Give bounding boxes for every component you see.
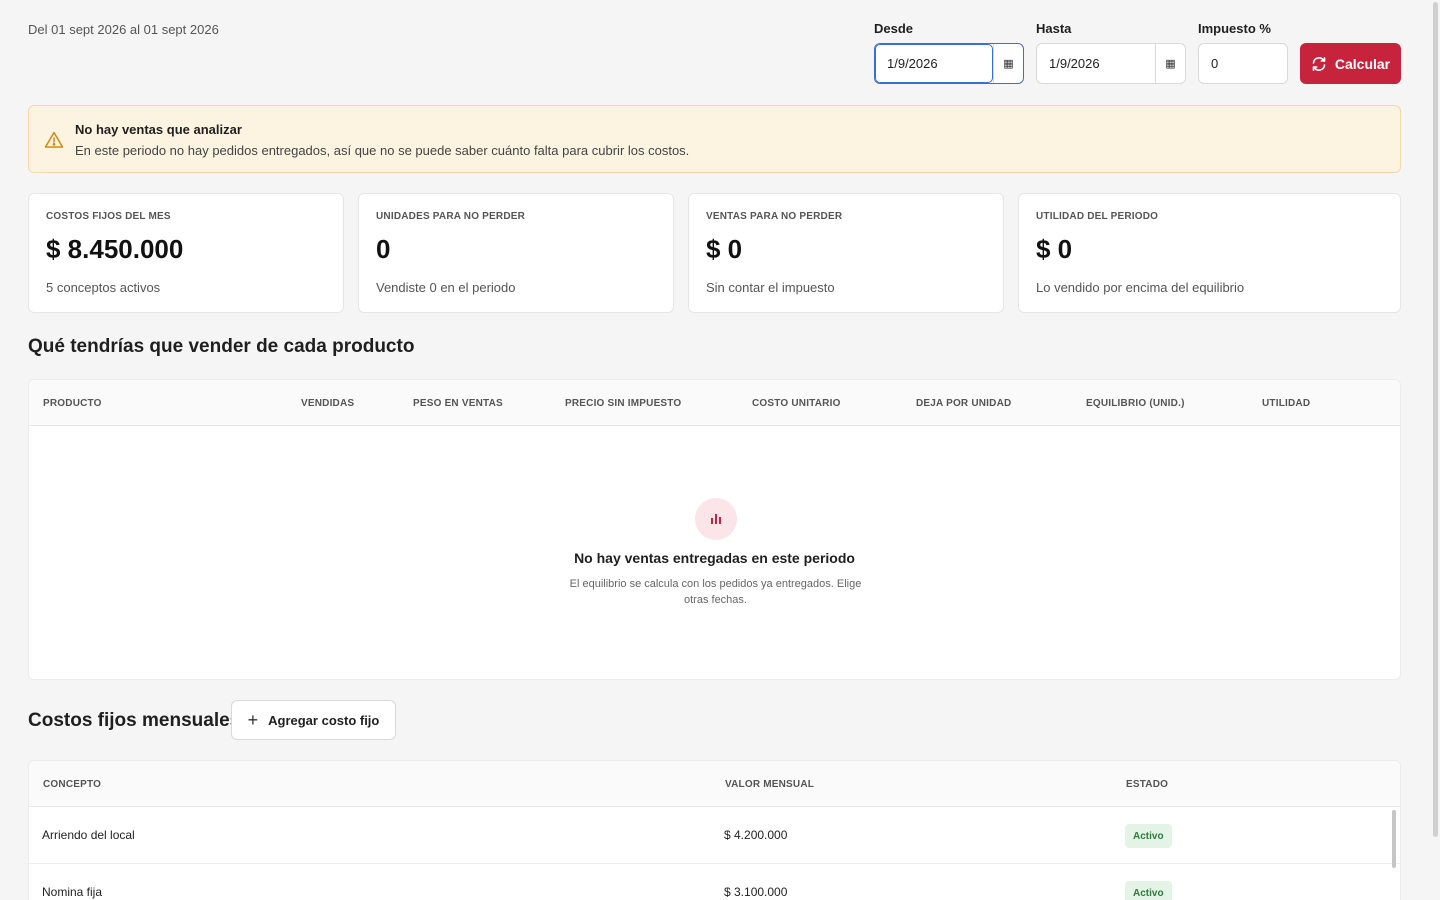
value-cell: $ 4.200.000 (724, 828, 788, 842)
column-header[interactable]: ESTADO (1126, 779, 1168, 790)
period-range-text: Del 01 sept 2026 al 01 sept 2026 (28, 22, 219, 37)
no-sales-alert: No hay ventas que analizar En este perio… (28, 105, 1401, 173)
to-label: Hasta (1036, 21, 1072, 36)
tax-label: Impuesto % (1198, 21, 1271, 36)
kpi-subtext: Vendiste 0 en el periodo (376, 280, 516, 295)
column-header[interactable]: VALOR MENSUAL (725, 779, 814, 790)
calendar-icon[interactable]: ▦ (993, 44, 1023, 83)
add-fixed-cost-label: Agregar costo fijo (268, 712, 380, 728)
page-scrollbar[interactable] (1433, 2, 1438, 837)
column-header[interactable]: COSTO UNITARIO (752, 398, 841, 409)
concept-cell: Arriendo del local (42, 828, 135, 842)
tax-field: Impuesto % 0 (1198, 21, 1288, 84)
products-table: PRODUCTO VENDIDAS PESO EN VENTAS PRECIO … (28, 379, 1401, 680)
kpi-subtext: Lo vendido por encima del equilibrio (1036, 280, 1245, 295)
column-header[interactable]: PRECIO SIN IMPUESTO (565, 398, 681, 409)
to-date-picker: 1/9/2026 ▦ (1036, 43, 1186, 84)
kpi-label: UTILIDAD DEL PERIODO (1036, 211, 1159, 222)
kpi-subtext: Sin contar el impuesto (706, 280, 835, 295)
calendar-icon[interactable]: ▦ (1155, 44, 1185, 83)
kpi-subtext: 5 conceptos activos (46, 280, 161, 295)
status-badge: Activo (1125, 824, 1172, 848)
kpi-card-fixed-costs: COSTOS FIJOS DEL MES $ 8.450.000 5 conce… (28, 193, 344, 313)
table-row[interactable]: Nomina fija $ 3.100.000 Activo (29, 864, 1400, 900)
column-header[interactable]: PESO EN VENTAS (413, 398, 503, 409)
fixed-costs-table: CONCEPTO VALOR MENSUAL ESTADO Arriendo d… (28, 760, 1401, 900)
table-row[interactable]: Arriendo del local $ 4.200.000 Activo (29, 807, 1400, 864)
from-label: Desde (874, 21, 914, 36)
column-header[interactable]: UTILIDAD (1262, 398, 1310, 409)
kpi-card-break-even-sales: VENTAS PARA NO PERDER $ 0 Sin contar el … (688, 193, 1004, 313)
from-field: Desde 1/9/2026 ▦ (874, 21, 1024, 84)
column-header[interactable]: PRODUCTO (43, 398, 102, 409)
kpi-row: COSTOS FIJOS DEL MES $ 8.450.000 5 conce… (28, 193, 1401, 313)
column-header[interactable]: CONCEPTO (43, 779, 101, 790)
to-field: Hasta 1/9/2026 ▦ (1036, 21, 1186, 84)
from-date-picker: 1/9/2026 ▦ (874, 43, 1024, 84)
costs-section-title: Costos fijos mensuales (28, 710, 241, 731)
products-section-title: Qué tendrías que vender de cada producto (28, 336, 415, 357)
calculate-label: Calcular (1334, 55, 1391, 72)
add-fixed-cost-button[interactable]: + Agregar costo fijo (231, 700, 396, 740)
kpi-card-break-even-units: UNIDADES PARA NO PERDER 0 Vendiste 0 en … (358, 193, 674, 313)
tax-input[interactable]: 0 (1198, 43, 1288, 84)
kpi-card-period-profit: UTILIDAD DEL PERIODO $ 0 Lo vendido por … (1018, 193, 1401, 313)
kpi-value: $ 0 (1036, 234, 1073, 264)
bar-chart-icon (695, 498, 737, 540)
warning-icon (44, 131, 64, 148)
column-header[interactable]: DEJA POR UNIDAD (916, 398, 1011, 409)
table-header: PRODUCTO VENDIDAS PESO EN VENTAS PRECIO … (29, 380, 1400, 426)
column-header[interactable]: VENDIDAS (301, 398, 354, 409)
empty-state-text: El equilibrio se calcula con los pedidos… (569, 578, 862, 606)
table-scrollbar[interactable] (1392, 810, 1396, 868)
calculate-button[interactable]: Calcular (1300, 43, 1401, 84)
kpi-value: $ 0 (706, 234, 743, 264)
kpi-label: COSTOS FIJOS DEL MES (46, 211, 171, 222)
table-header: CONCEPTO VALOR MENSUAL ESTADO (29, 761, 1400, 807)
kpi-label: VENTAS PARA NO PERDER (706, 211, 843, 222)
status-badge: Activo (1125, 881, 1172, 900)
concept-cell: Nomina fija (42, 885, 103, 899)
value-cell: $ 3.100.000 (724, 885, 788, 899)
filters-bar: Desde 1/9/2026 ▦ Hasta 1/9/2026 ▦ Impues… (874, 21, 1401, 84)
kpi-label: UNIDADES PARA NO PERDER (376, 211, 526, 222)
alert-text: En este periodo no hay pedidos entregado… (75, 143, 690, 158)
to-date-input[interactable]: 1/9/2026 (1037, 44, 1155, 83)
column-header[interactable]: EQUILIBRIO (UNID.) (1086, 398, 1185, 409)
from-date-input[interactable]: 1/9/2026 (875, 44, 993, 83)
kpi-value: $ 8.450.000 (46, 234, 184, 264)
refresh-icon (1312, 56, 1326, 71)
empty-state-title: No hay ventas entregadas en este periodo (574, 550, 855, 566)
plus-icon: + (247, 710, 259, 730)
alert-title: No hay ventas que analizar (75, 122, 242, 137)
bar-chart-glyph (711, 514, 721, 524)
kpi-value: 0 (376, 234, 391, 264)
